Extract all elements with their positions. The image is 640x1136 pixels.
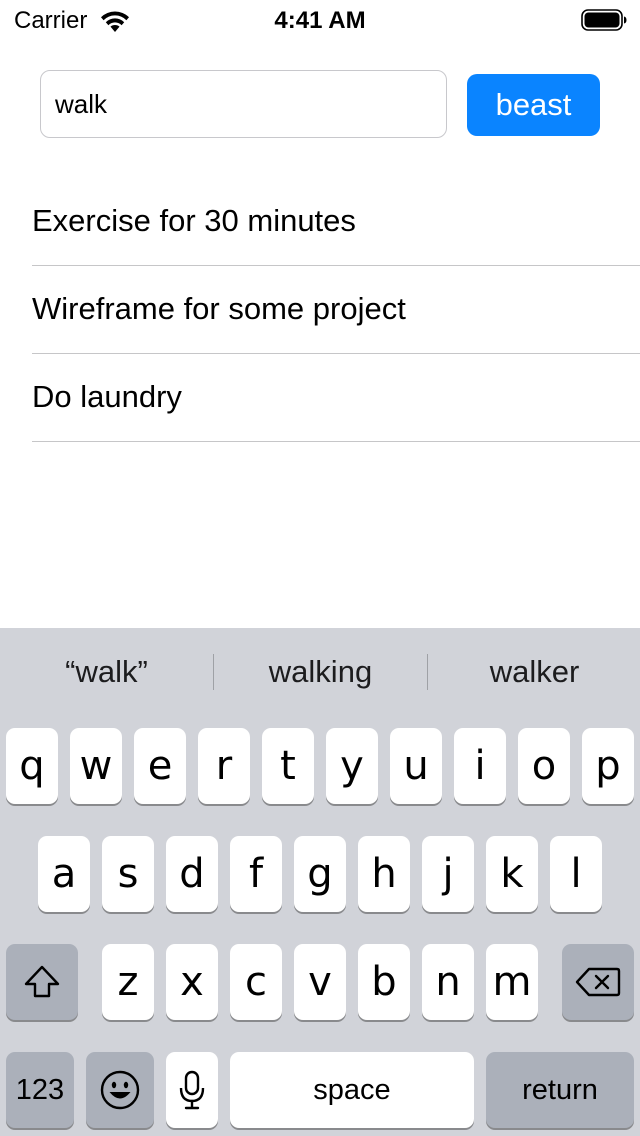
- key-j[interactable]: j: [422, 836, 474, 912]
- key-label: s: [117, 851, 139, 897]
- key-label: k: [500, 851, 524, 897]
- key-l[interactable]: l: [550, 836, 602, 912]
- return-key[interactable]: return: [486, 1052, 634, 1128]
- key-b[interactable]: b: [358, 944, 410, 1020]
- key-i[interactable]: i: [454, 728, 506, 804]
- key-label: r: [215, 743, 233, 789]
- key-label: j: [442, 851, 454, 897]
- key-p[interactable]: p: [582, 728, 634, 804]
- status-bar: Carrier 4:41 AM: [0, 0, 640, 40]
- key-label: o: [531, 743, 557, 789]
- numbers-key[interactable]: 123: [6, 1052, 74, 1128]
- key-label: x: [180, 959, 204, 1005]
- delete-key[interactable]: [562, 944, 634, 1020]
- task-input[interactable]: [40, 70, 447, 138]
- key-label: space: [313, 1073, 391, 1106]
- shift-key[interactable]: [6, 944, 78, 1020]
- key-e[interactable]: e: [134, 728, 186, 804]
- key-label: z: [117, 959, 139, 1005]
- emoji-icon: [99, 1069, 141, 1111]
- key-q[interactable]: q: [6, 728, 58, 804]
- key-c[interactable]: c: [230, 944, 282, 1020]
- key-label: e: [147, 743, 173, 789]
- key-label: t: [280, 743, 296, 789]
- key-o[interactable]: o: [518, 728, 570, 804]
- suggestion-bar: “walk” walking walker: [0, 628, 640, 716]
- key-label: u: [403, 743, 429, 789]
- key-label: p: [595, 743, 621, 789]
- key-label: d: [179, 851, 205, 897]
- shift-icon: [22, 964, 62, 1000]
- suggestion-2[interactable]: walking: [214, 628, 427, 716]
- add-task-button[interactable]: beast: [467, 74, 600, 136]
- key-h[interactable]: h: [358, 836, 410, 912]
- key-u[interactable]: u: [390, 728, 442, 804]
- key-d[interactable]: d: [166, 836, 218, 912]
- dictation-key[interactable]: [166, 1052, 218, 1128]
- key-label: v: [308, 959, 332, 1005]
- key-label: m: [492, 959, 532, 1005]
- key-label: l: [570, 851, 582, 897]
- key-g[interactable]: g: [294, 836, 346, 912]
- key-label: g: [307, 851, 333, 897]
- status-time: 4:41 AM: [274, 7, 366, 34]
- list-item-label: Wireframe for some project: [32, 290, 406, 326]
- key-t[interactable]: t: [262, 728, 314, 804]
- key-label: w: [79, 743, 113, 789]
- key-label: i: [474, 743, 486, 789]
- suggestion-1[interactable]: “walk”: [0, 628, 213, 716]
- key-x[interactable]: x: [166, 944, 218, 1020]
- key-r[interactable]: r: [198, 728, 250, 804]
- list-item[interactable]: Exercise for 30 minutes: [32, 178, 640, 266]
- keyboard: “walk” walking walker q w e r t y u i o …: [0, 628, 640, 1136]
- battery-icon: [581, 9, 627, 31]
- key-w[interactable]: w: [70, 728, 122, 804]
- microphone-icon: [178, 1069, 206, 1111]
- key-s[interactable]: s: [102, 836, 154, 912]
- delete-icon: [575, 966, 621, 998]
- key-f[interactable]: f: [230, 836, 282, 912]
- suggestion-3[interactable]: walker: [428, 628, 640, 716]
- list-item-label: Do laundry: [32, 378, 182, 414]
- key-label: f: [248, 851, 264, 897]
- list-item-label: Exercise for 30 minutes: [32, 202, 356, 238]
- key-label: y: [340, 743, 364, 789]
- key-v[interactable]: v: [294, 944, 346, 1020]
- key-label: 123: [15, 1073, 65, 1106]
- task-list: Exercise for 30 minutes Wireframe for so…: [32, 178, 640, 442]
- key-label: b: [371, 959, 397, 1005]
- key-n[interactable]: n: [422, 944, 474, 1020]
- space-key[interactable]: space: [230, 1052, 474, 1128]
- list-item[interactable]: Wireframe for some project: [32, 266, 640, 354]
- key-label: return: [522, 1073, 598, 1106]
- key-label: a: [51, 851, 77, 897]
- emoji-key[interactable]: [86, 1052, 154, 1128]
- list-item[interactable]: Do laundry: [32, 354, 640, 442]
- key-label: n: [435, 959, 461, 1005]
- key-k[interactable]: k: [486, 836, 538, 912]
- key-m[interactable]: m: [486, 944, 538, 1020]
- key-y[interactable]: y: [326, 728, 378, 804]
- key-label: q: [19, 743, 45, 789]
- key-z[interactable]: z: [102, 944, 154, 1020]
- key-label: h: [371, 851, 397, 897]
- key-label: c: [245, 959, 267, 1005]
- key-a[interactable]: a: [38, 836, 90, 912]
